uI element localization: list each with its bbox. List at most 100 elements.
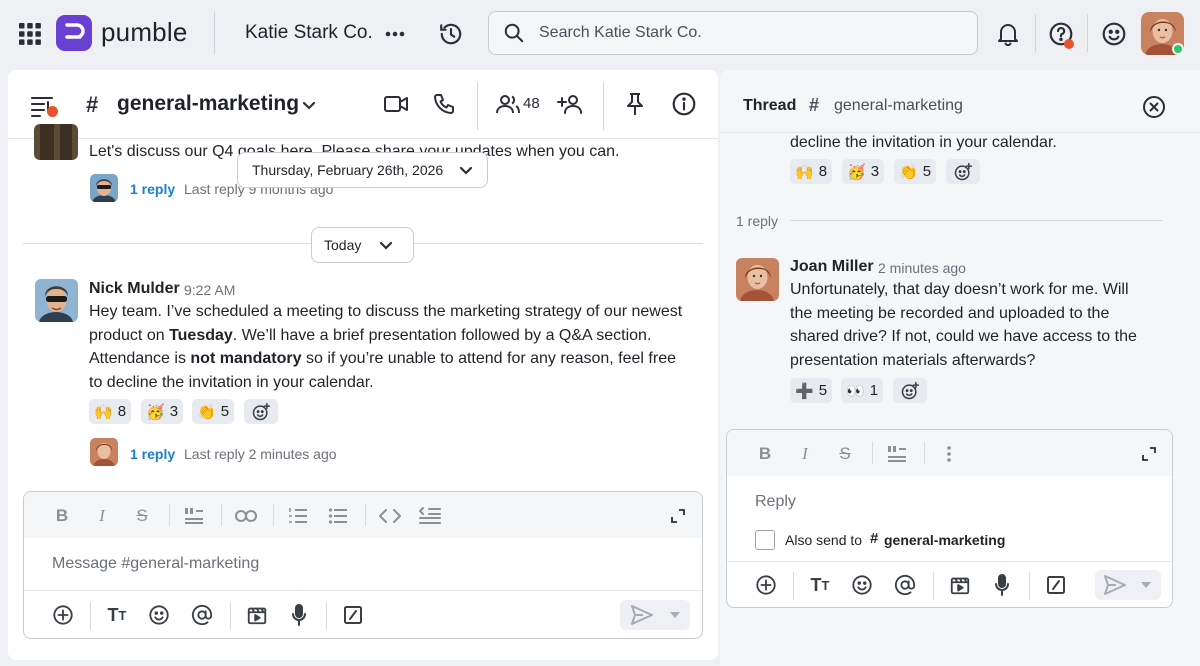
add-attachment-icon[interactable] [753,572,779,598]
more-options-icon[interactable] [383,22,407,46]
reply-text-line: presentation materials afterwards? [790,351,1036,369]
thread-replies-link[interactable]: 1 reply [130,181,175,197]
unread-dot [47,106,58,117]
video-clip-icon[interactable] [244,602,270,628]
reaction-pill[interactable]: 🙌 8 [790,159,833,184]
also-send-channel: general-marketing [884,532,1006,548]
avatar[interactable] [35,279,78,322]
phone-call-icon[interactable] [430,90,458,118]
code-block-icon[interactable] [418,504,442,528]
date-jump-chip[interactable]: Thursday, February 26th, 2026 [237,152,488,188]
channel-title[interactable]: general-marketing [117,92,299,116]
pumble-logo-icon [56,15,92,51]
pin-icon[interactable] [622,90,648,118]
italic-icon[interactable]: I [90,504,114,528]
add-attachment-icon[interactable] [50,602,76,628]
workspace-name[interactable]: Katie Stark Co. [245,22,373,44]
add-reaction-button[interactable] [244,399,278,424]
avatar[interactable] [90,438,118,466]
reply-input[interactable]: Reply [755,493,796,511]
channel-hash-icon: # [86,92,99,117]
expand-icon[interactable] [1137,442,1161,466]
reaction-pill[interactable]: 🥳 3 [141,399,184,424]
send-button[interactable] [1095,570,1161,600]
chevron-down-icon [1141,582,1151,588]
avatar[interactable] [736,258,779,301]
strikethrough-icon[interactable]: S [833,442,857,466]
message-input[interactable]: Message #general-marketing [52,555,259,573]
slash-command-icon[interactable] [340,602,366,628]
video-call-icon[interactable] [381,90,411,118]
blockquote-icon[interactable] [885,442,909,466]
thread-replies-link[interactable]: 1 reply [130,446,175,462]
last-reply-time: Last reply 2 minutes ago [184,446,337,462]
message-author[interactable]: Nick Mulder [89,280,180,298]
chevron-down-icon[interactable] [298,94,320,116]
top-bar: pumble Katie Stark Co. Search Katie Star… [0,0,1200,68]
link-icon[interactable] [234,504,258,528]
blockquote-icon[interactable] [182,504,206,528]
chevron-down-icon [670,612,680,618]
reaction-pill[interactable]: 👏 5 [894,159,937,184]
parent-message-text: decline the invitation in your calendar. [790,134,1057,151]
add-emoji-icon [954,162,973,180]
channel-hash-icon: # [870,530,879,547]
reaction-pill[interactable]: 🙌 8 [89,399,132,424]
code-icon[interactable] [378,504,402,528]
reply-text-line: Unfortunately, that day doesn’t work for… [790,281,1129,298]
reaction-pill[interactable]: 👀 1 [841,378,884,403]
microphone-icon[interactable] [989,572,1015,598]
close-icon[interactable] [1141,94,1167,120]
members-icon[interactable] [494,91,522,117]
add-member-icon[interactable] [556,91,586,117]
search-icon [503,22,525,44]
bold-icon[interactable]: B [753,442,777,466]
send-button[interactable] [620,600,690,630]
history-icon[interactable] [437,20,465,48]
add-reaction-button[interactable] [946,159,980,184]
emoji-icon[interactable] [849,572,875,598]
slash-command-icon[interactable] [1043,572,1069,598]
expand-icon[interactable] [666,504,690,528]
text-format-icon[interactable]: TT [807,572,833,598]
reply-text-line: the meeting be recorded and uploaded to … [790,304,1110,322]
channel-hash-icon: # [809,95,820,115]
also-send-checkbox[interactable] [755,530,775,550]
mention-icon[interactable] [189,602,215,628]
numbered-list-icon[interactable] [286,504,310,528]
channel-info-icon[interactable] [670,90,698,118]
thread-panel: Thread # general-marketing decline the i… [720,70,1200,666]
message-composer: B I S Message #general-marketing T T [23,491,704,639]
reaction-pill[interactable]: ➕ 5 [790,378,833,403]
emoji-icon[interactable] [146,602,172,628]
add-reaction-button[interactable] [893,378,927,403]
reply-divider-line [790,220,1163,221]
italic-icon[interactable]: I [793,442,817,466]
formatting-toolbar: B I S [24,492,702,538]
search-bar[interactable]: Search Katie Stark Co. [488,11,978,55]
today-chip[interactable]: Today [311,227,414,263]
status-emoji-icon[interactable] [1100,20,1128,48]
reply-author[interactable]: Joan Miller [790,258,874,276]
app-brand: pumble [101,17,188,47]
notifications-bell-icon[interactable] [995,21,1021,47]
bulleted-list-icon[interactable] [326,504,350,528]
member-count[interactable]: 48 [523,95,540,112]
thread-reply-composer: B I S Reply Also send to # general-marke… [726,429,1174,608]
avatar[interactable] [90,174,118,202]
thread-channel-link[interactable]: general-marketing [834,97,963,115]
bold-icon[interactable]: B [50,504,74,528]
reaction-pill[interactable]: 👏 5 [192,399,235,424]
avatar[interactable] [34,124,78,160]
text-format-icon[interactable]: TT [104,602,130,628]
strikethrough-icon[interactable]: S [130,504,154,528]
video-clip-icon[interactable] [947,572,973,598]
apps-grid-icon[interactable] [18,22,42,46]
more-formatting-icon[interactable] [937,442,961,466]
add-emoji-icon [252,402,271,420]
channel-panel: # general-marketing 48 Let's discuss our… [8,70,718,660]
mention-icon[interactable] [892,572,918,598]
reaction-pill[interactable]: 🥳 3 [842,159,885,184]
microphone-icon[interactable] [286,602,312,628]
reply-text-line: shared drive? If not, could we have acce… [790,328,1137,345]
